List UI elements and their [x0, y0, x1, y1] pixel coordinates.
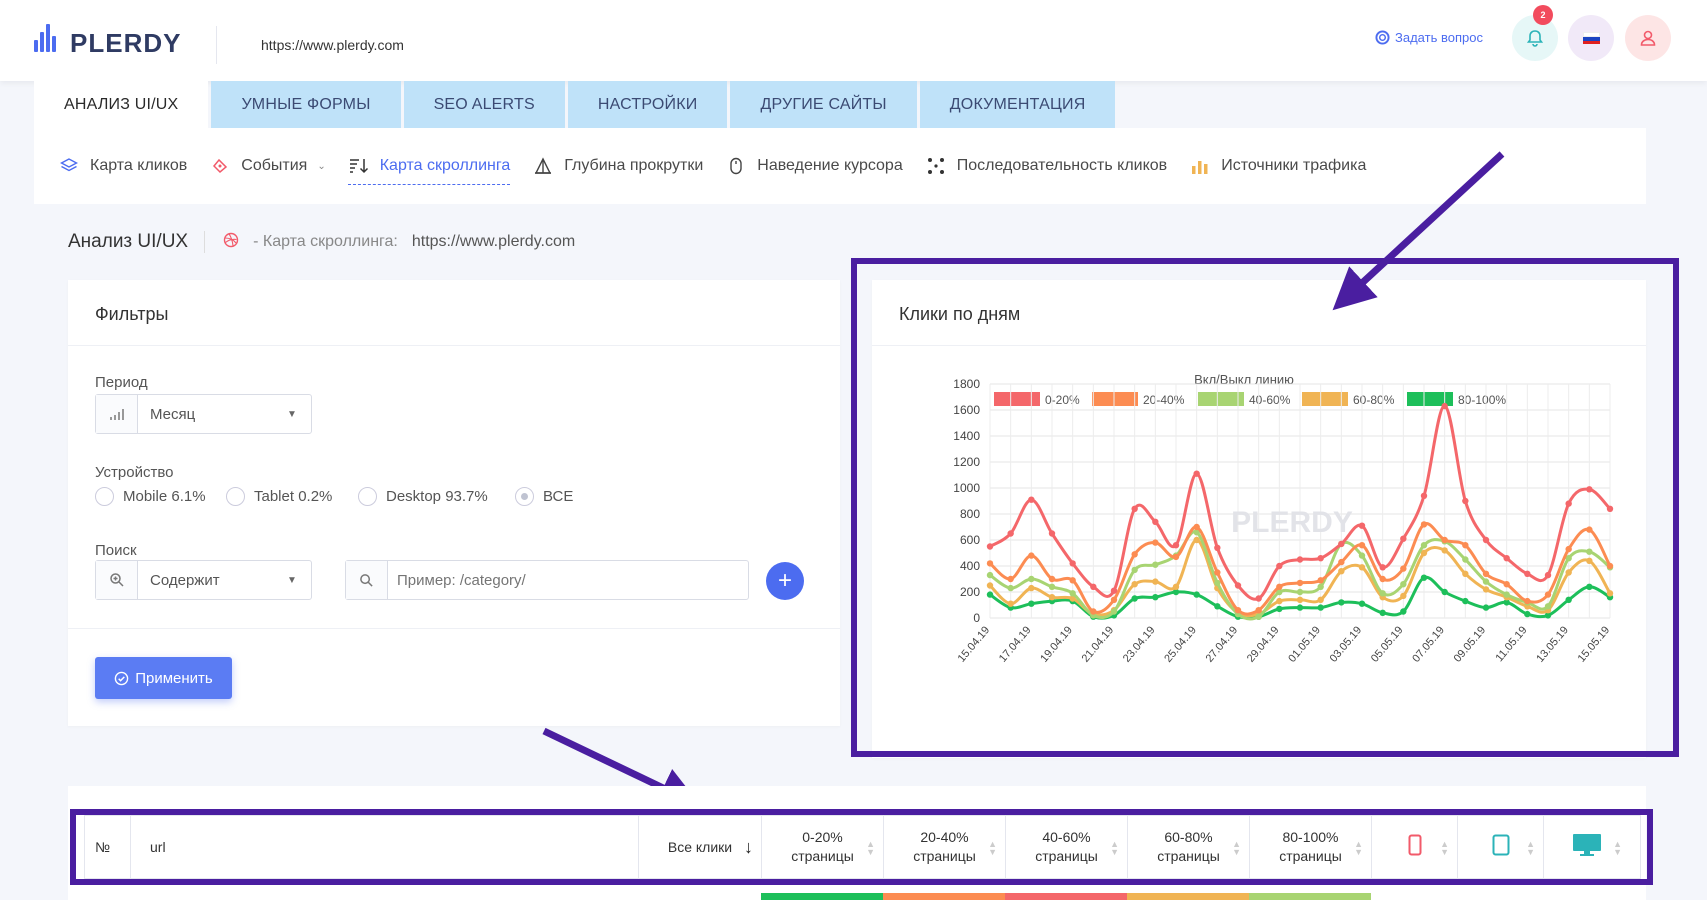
- device-radio-desktop[interactable]: Desktop 93.7%: [358, 487, 488, 506]
- device-option-label: Desktop 93.7%: [386, 488, 488, 505]
- tab-ui-ux-analysis[interactable]: АНАЛИЗ UI/UX: [34, 81, 209, 128]
- device-option-label: Tablet 0.2%: [254, 488, 333, 505]
- sort-lines-icon: [348, 155, 370, 177]
- hand-icon: [209, 155, 231, 177]
- search-input[interactable]: [345, 560, 749, 600]
- device-radio-tablet[interactable]: Tablet 0.2%: [226, 487, 332, 506]
- user-button[interactable]: [1625, 15, 1671, 61]
- radio-circle: [95, 487, 114, 506]
- tab-settings[interactable]: НАСТРОЙКИ: [567, 81, 728, 128]
- notification-badge: 2: [1533, 5, 1553, 25]
- chevron-down-icon: ▼: [287, 574, 297, 586]
- subnav-traffic-sources[interactable]: Источники трафика: [1189, 147, 1366, 185]
- tab-seo-alerts[interactable]: SEO ALERTS: [403, 81, 565, 128]
- language-button[interactable]: [1568, 15, 1614, 61]
- search-mode-value: Содержит: [150, 571, 220, 589]
- radio-circle: [226, 487, 245, 506]
- device-radio-all[interactable]: ВСЕ: [515, 487, 573, 506]
- zoom-in-icon: [96, 561, 138, 599]
- brand-name[interactable]: PLERDY: [70, 28, 181, 59]
- breadcrumb-section: - Карта скроллинга:: [253, 233, 398, 250]
- filters-title: Фильтры: [68, 280, 840, 346]
- add-filter-button[interactable]: +: [766, 562, 804, 600]
- check-circle-icon: [114, 671, 129, 685]
- subnav-label: Наведение курсора: [757, 157, 903, 174]
- subnav-label: Карта скроллинга: [379, 156, 511, 174]
- nodes-icon: [925, 155, 947, 177]
- subnav-label: Глубина прокрутки: [564, 157, 704, 174]
- chevron-down-icon: ▼: [287, 408, 297, 420]
- tab-documentation[interactable]: ДОКУМЕНТАЦИЯ: [919, 81, 1116, 128]
- device-option-label: ВСЕ: [543, 488, 574, 505]
- dribbble-icon: [223, 232, 239, 253]
- filters-card: Фильтры Период Месяц ▼ Устройство Mobile…: [68, 280, 840, 726]
- breadcrumb-divider: [204, 231, 206, 253]
- search-label: Поиск: [95, 542, 137, 559]
- apply-button[interactable]: Применить: [95, 657, 232, 699]
- subnav-click-sequence[interactable]: Последовательность кликов: [925, 147, 1167, 185]
- sub-navigation: Карта кликов События ⌄ Карта скроллинга …: [34, 128, 1646, 204]
- subnav-scroll-depth[interactable]: Глубина прокрутки: [532, 147, 703, 185]
- tab-smart-forms[interactable]: УМНЫЕ ФОРМЫ: [211, 81, 401, 128]
- search-icon: [346, 561, 388, 599]
- main-tabs: АНАЛИЗ UI/UX УМНЫЕ ФОРМЫ SEO ALERTS НАСТ…: [34, 81, 1116, 128]
- table-highlight-box: [70, 809, 1653, 885]
- tab-other-sites[interactable]: ДРУГИЕ САЙТЫ: [730, 81, 917, 128]
- layers-icon: [58, 155, 80, 177]
- russian-flag-icon: [1582, 32, 1600, 44]
- top-bar: PLERDY https://www.plerdy.com Задать воп…: [0, 0, 1707, 81]
- user-icon: [1640, 30, 1656, 46]
- breadcrumb: Анализ UI/UX - Карта скроллинга: https:/…: [68, 231, 575, 253]
- page-title: Анализ UI/UX: [68, 231, 189, 252]
- signal-icon: [96, 395, 138, 433]
- subnav-cursor-hover[interactable]: Наведение курсора: [725, 147, 903, 185]
- subnav-label: Карта кликов: [90, 157, 188, 174]
- site-url[interactable]: https://www.plerdy.com: [261, 37, 404, 53]
- search-mode-select[interactable]: Содержит ▼: [95, 560, 312, 600]
- subnav-label: Последовательность кликов: [956, 157, 1168, 174]
- plerdy-logo-icon[interactable]: [34, 24, 56, 52]
- ask-question-link[interactable]: Задать вопрос: [1375, 30, 1483, 45]
- filters-divider: [68, 628, 840, 629]
- subnav-label: События: [241, 157, 308, 174]
- depth-icon: [532, 155, 554, 177]
- device-radio-mobile[interactable]: Mobile 6.1%: [95, 487, 206, 506]
- header-divider: [216, 26, 217, 64]
- subnav-events[interactable]: События ⌄: [209, 147, 326, 185]
- period-select[interactable]: Месяц ▼: [95, 394, 312, 434]
- device-option-label: Mobile 6.1%: [123, 488, 206, 505]
- bar-chart-icon: [1189, 155, 1211, 177]
- bell-icon: [1526, 30, 1544, 47]
- period-value: Месяц: [150, 405, 196, 423]
- radio-circle-selected: [515, 487, 534, 506]
- radio-circle: [358, 487, 377, 506]
- table-row: [84, 893, 1641, 900]
- chevron-down-icon: ⌄: [317, 160, 326, 172]
- subnav-scroll-map[interactable]: Карта скроллинга: [347, 147, 511, 185]
- mouse-icon: [725, 155, 747, 177]
- subnav-click-map[interactable]: Карта кликов: [58, 147, 187, 185]
- device-label: Устройство: [95, 464, 174, 481]
- ask-question-label: Задать вопрос: [1395, 30, 1483, 45]
- search-text-field[interactable]: [388, 571, 718, 589]
- lifebuoy-icon: [1375, 30, 1390, 45]
- chart-highlight-box: [851, 258, 1679, 757]
- period-label: Период: [95, 374, 148, 391]
- subnav-label: Источники трафика: [1221, 157, 1367, 174]
- breadcrumb-url[interactable]: https://www.plerdy.com: [412, 233, 575, 251]
- apply-label: Применить: [135, 669, 213, 687]
